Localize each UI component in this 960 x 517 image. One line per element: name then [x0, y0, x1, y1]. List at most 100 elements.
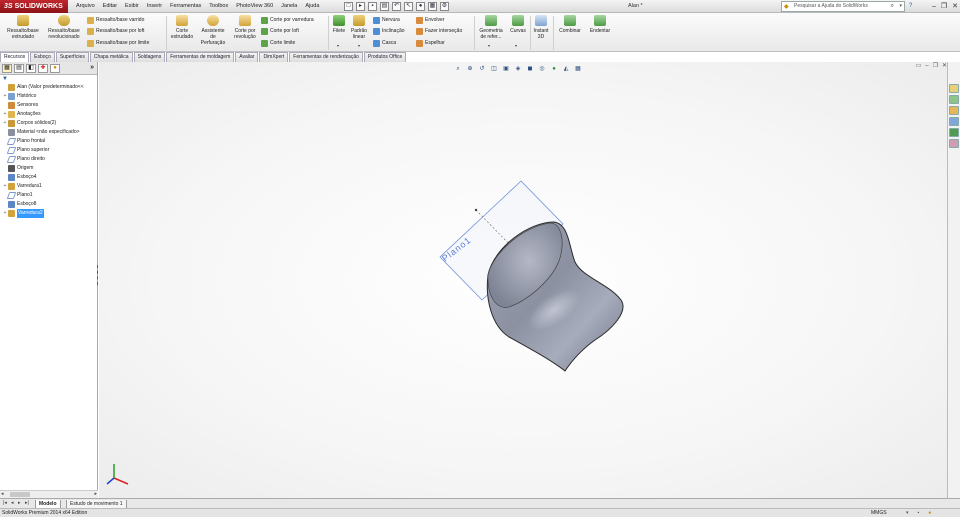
- pattern-dropdown-icon[interactable]: ▾: [358, 43, 360, 48]
- configuration-manager-tab-icon[interactable]: ◧: [26, 64, 36, 73]
- status-settings-icon[interactable]: ▾: [906, 509, 909, 517]
- file-explorer-icon[interactable]: [949, 106, 959, 115]
- print-icon[interactable]: ▤: [380, 2, 389, 11]
- menu-ajuda[interactable]: Ajuda: [301, 0, 323, 13]
- appearances-icon[interactable]: [949, 128, 959, 137]
- custom-properties-icon[interactable]: [949, 139, 959, 148]
- extrude-boss-button[interactable]: Ressalto/base extrudado: [4, 15, 42, 40]
- hole-wizard-button[interactable]: Assistente de Perfuração: [198, 15, 228, 46]
- wrap-button[interactable]: Envolver: [416, 16, 444, 24]
- filter-icon[interactable]: ▼: [0, 75, 97, 83]
- dimxpert-tab-icon[interactable]: ✚: [38, 64, 48, 73]
- chevron-down-icon[interactable]: ▾: [899, 2, 902, 11]
- fillet-button[interactable]: Filete: [330, 15, 348, 34]
- unit-system[interactable]: MMGS: [871, 509, 887, 517]
- ref-geometry-dropdown-icon[interactable]: ▾: [488, 43, 490, 48]
- view-palette-icon[interactable]: [949, 117, 959, 126]
- more-tabs-icon[interactable]: »: [90, 64, 94, 71]
- tree-item[interactable]: + Varredura2: [2, 209, 44, 218]
- tab-produtos-office[interactable]: Produtos Office: [363, 52, 407, 62]
- tab-dimxpert[interactable]: DimXpert: [259, 52, 289, 62]
- design-library-icon[interactable]: [949, 95, 959, 104]
- close-icon[interactable]: ✕: [952, 0, 958, 13]
- last-tab-icon[interactable]: ▸|: [25, 499, 29, 508]
- tab-ferramentas-moldagem[interactable]: Ferramentas de moldagem: [166, 52, 235, 62]
- menu-janela[interactable]: Janela: [277, 0, 301, 13]
- minimize-icon[interactable]: –: [932, 0, 936, 13]
- tree-item[interactable]: + Anotações: [2, 110, 41, 119]
- tab-ferramentas-renderizacao[interactable]: Ferramentas de renderização: [289, 52, 363, 62]
- next-tab-icon[interactable]: ▸: [18, 499, 21, 508]
- select-icon[interactable]: ↖: [404, 2, 413, 11]
- tree-item[interactable]: + Histórico: [2, 92, 36, 101]
- tree-item[interactable]: Plano frontal: [2, 137, 45, 146]
- scrollbar-thumb[interactable]: [10, 492, 30, 497]
- tree-item[interactable]: Plano superior: [2, 146, 49, 155]
- restore-icon[interactable]: ❐: [941, 0, 947, 13]
- tree-item[interactable]: + Corpos sólidos(2): [2, 119, 56, 128]
- curves-button[interactable]: Curvas: [508, 15, 528, 34]
- solidworks-resources-icon[interactable]: [949, 84, 959, 93]
- menu-toolbox[interactable]: Toolbox: [205, 0, 232, 13]
- extrude-cut-button[interactable]: Corte extrudado: [168, 15, 196, 40]
- help-search-input[interactable]: ◆ Pesquisar a Ajuda do SolidWorks ⌕ ▾: [781, 1, 905, 12]
- file-props-icon[interactable]: ▦: [428, 2, 437, 11]
- tab-avaliar[interactable]: Avaliar: [235, 52, 259, 62]
- feature-tree-tab-icon[interactable]: ▦: [2, 64, 12, 73]
- horizontal-scrollbar[interactable]: ◂ ▸: [0, 490, 98, 498]
- menu-editar[interactable]: Editar: [99, 0, 121, 13]
- intersect-button[interactable]: Fazer interseção: [416, 27, 462, 35]
- tree-item[interactable]: Esboço4: [2, 173, 36, 182]
- display-manager-tab-icon[interactable]: ●: [50, 64, 60, 73]
- tree-item[interactable]: Esboço8: [2, 200, 36, 209]
- status-rebuild-icon[interactable]: ●: [928, 509, 931, 517]
- menu-photoview[interactable]: PhotoView 360: [232, 0, 277, 13]
- tree-item[interactable]: Origem: [2, 164, 33, 173]
- boundary-boss-button[interactable]: Ressalto/base por limite: [87, 39, 149, 47]
- loft-cut-button[interactable]: Corte por loft: [261, 27, 299, 35]
- property-manager-tab-icon[interactable]: ▤: [14, 64, 24, 73]
- tree-item[interactable]: + Varredura1: [2, 182, 42, 191]
- shell-button[interactable]: Casca: [373, 39, 396, 47]
- indent-button[interactable]: Endentar: [586, 15, 614, 34]
- first-tab-icon[interactable]: |◂: [3, 499, 7, 508]
- menu-ferramentas[interactable]: Ferramentas: [166, 0, 205, 13]
- tree-item[interactable]: Alan (Valor predeterminado<<: [2, 83, 84, 92]
- draft-button[interactable]: Inclinação: [373, 27, 405, 35]
- tree-item[interactable]: Material <não especificado>: [2, 128, 80, 137]
- options-icon[interactable]: ⚙: [440, 2, 449, 11]
- curves-dropdown-icon[interactable]: ▾: [515, 43, 517, 48]
- prev-tab-icon[interactable]: ◂: [11, 499, 14, 508]
- rib-button[interactable]: Nervura: [373, 16, 400, 24]
- combine-button[interactable]: Combinar: [556, 15, 584, 34]
- sweep-cut-button[interactable]: Corte por varredura: [261, 16, 314, 24]
- revolve-cut-button[interactable]: Corte por revolução: [231, 15, 259, 40]
- menu-inserir[interactable]: Inserir: [143, 0, 166, 13]
- open-doc-icon[interactable]: ▸: [356, 2, 365, 11]
- mirror-button[interactable]: Espelhar: [416, 39, 445, 47]
- tab-esboco[interactable]: Esboço: [30, 52, 55, 62]
- tab-superficies[interactable]: Superfícies: [55, 52, 89, 62]
- tab-chapa-metalica[interactable]: Chapa metálica: [89, 52, 133, 62]
- reference-geometry-button[interactable]: Geometria de refer...: [476, 15, 506, 40]
- linear-pattern-button[interactable]: Padrão linear: [348, 15, 370, 40]
- undo-icon[interactable]: ↶: [392, 2, 401, 11]
- menu-arquivo[interactable]: Arquivo: [72, 0, 99, 13]
- graphics-area[interactable]: ⌕ ⊕ ↺ ◫ ▣ ◈ ◼ ◎ ● ◭ ▦ ▭ – ❐ ✕ Plano1: [99, 62, 947, 498]
- revolve-boss-button[interactable]: Ressalto/base revolucionado: [44, 15, 84, 40]
- search-icon[interactable]: ⌕: [891, 2, 894, 11]
- tab-recursos[interactable]: Recursos: [0, 52, 30, 62]
- menu-exibir[interactable]: Exibir: [121, 0, 143, 13]
- scroll-right-icon[interactable]: ▸: [94, 491, 97, 498]
- help-icon[interactable]: ?: [909, 0, 912, 13]
- sweep-boss-button[interactable]: Ressalto/base varrido: [87, 16, 144, 24]
- solidworks-logo[interactable]: 3S SOLIDWORKS: [0, 0, 68, 13]
- boundary-cut-button[interactable]: Corte limite: [261, 39, 295, 47]
- tree-item[interactable]: Sensores: [2, 101, 38, 110]
- tree-item[interactable]: Plano1: [2, 191, 33, 200]
- rebuild-icon[interactable]: ●: [416, 2, 425, 11]
- instant3d-button[interactable]: Instant 3D: [532, 15, 550, 40]
- fillet-dropdown-icon[interactable]: ▾: [337, 43, 339, 48]
- status-tool-icon[interactable]: ▪: [918, 509, 920, 517]
- new-doc-icon[interactable]: □: [344, 2, 353, 11]
